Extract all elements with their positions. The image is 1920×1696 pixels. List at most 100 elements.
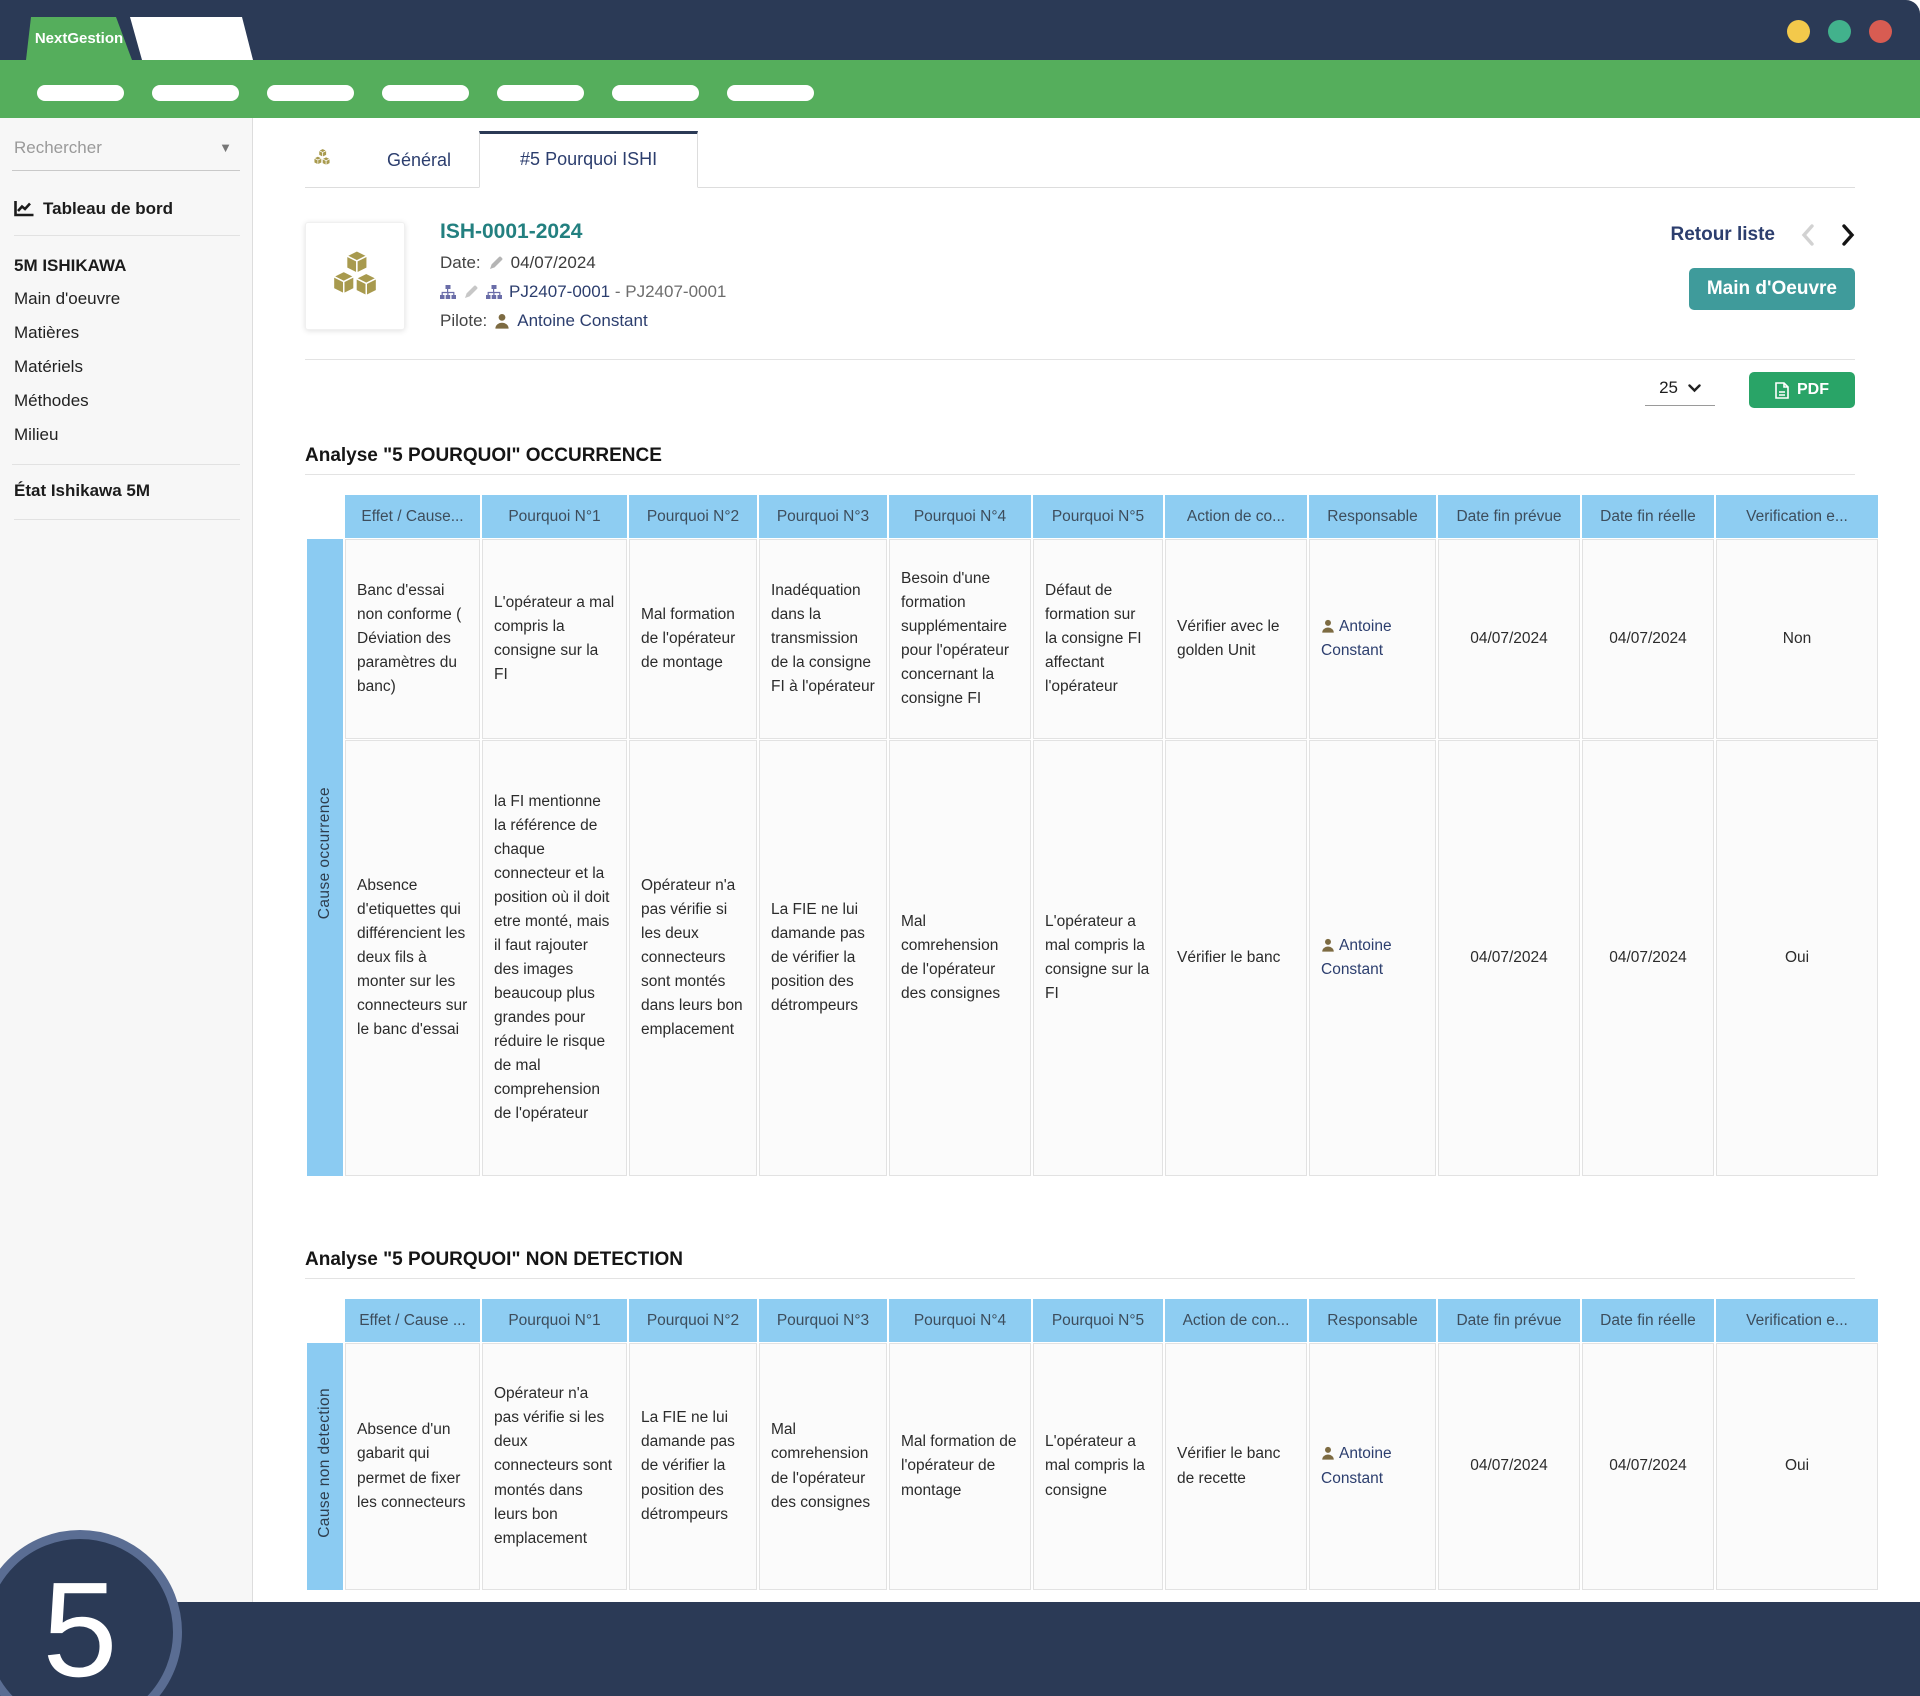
yellow-dot-icon[interactable] (1787, 20, 1810, 43)
cell-why5: L'opérateur a mal compris la consigne (1033, 1343, 1163, 1590)
cell-responsable: Antoine Constant (1309, 740, 1436, 1176)
cell-date-actual: 04/07/2024 (1582, 740, 1714, 1176)
pdf-export-button[interactable]: PDF (1749, 372, 1855, 408)
main-nav-bar (0, 60, 1920, 118)
nav-pill[interactable] (612, 85, 699, 101)
person-icon (1321, 619, 1335, 633)
main-content: Général #5 Pourquoi ISHI ISH-0001-2024 (253, 118, 1920, 1591)
sidebar-item-materiels[interactable]: Matériels (14, 350, 240, 384)
row-group-label: Cause non detection (307, 1343, 343, 1590)
chart-line-icon (14, 201, 34, 218)
col-header: Responsable (1309, 1299, 1436, 1342)
back-to-list-link[interactable]: Retour liste (1670, 224, 1775, 246)
green-dot-icon[interactable] (1828, 20, 1851, 43)
table-row: Cause occurrence Banc d'essai non confor… (307, 539, 1878, 739)
row-group-label: Cause occurrence (307, 539, 343, 1176)
pencil-icon[interactable] (463, 284, 479, 300)
cubes-icon (325, 246, 385, 306)
person-icon (494, 313, 510, 329)
nav-pill[interactable] (727, 85, 814, 101)
cell-why5: L'opérateur a mal compris la consigne su… (1033, 740, 1163, 1176)
main-doeuvre-button[interactable]: Main d'Oeuvre (1689, 268, 1855, 310)
sidebar-item-milieu[interactable]: Milieu (14, 418, 240, 452)
tab-5-pourquoi-ishi[interactable]: #5 Pourquoi ISHI (479, 131, 698, 188)
nav-pill[interactable] (382, 85, 469, 101)
col-header: Pourquoi N°4 (889, 1299, 1031, 1342)
cell-why4: Mal formation de l'opérateur de montage (889, 1343, 1031, 1590)
search-input[interactable]: Rechercher ▼ (12, 132, 240, 171)
nav-pill[interactable] (267, 85, 354, 101)
pencil-icon[interactable] (488, 255, 504, 271)
cell-why1: L'opérateur a mal compris la consigne su… (482, 539, 627, 739)
pdf-button-label: PDF (1797, 381, 1829, 399)
project-separator: - (610, 282, 625, 301)
cell-why2: Mal formation de l'opérateur de montage (629, 539, 757, 739)
col-header: Action de co... (1165, 495, 1307, 538)
cell-why3: La FIE ne lui damande pas de vérifier la… (759, 740, 887, 1176)
project-code-secondary: PJ2407-0001 (625, 282, 726, 301)
cell-why2: La FIE ne lui damande pas de vérifier la… (629, 1343, 757, 1590)
cell-effect: Absence d'etiquettes qui différencient l… (345, 740, 480, 1176)
record-thumbnail (305, 222, 405, 330)
cell-verification: Oui (1716, 740, 1878, 1176)
sidebar-item-methodes[interactable]: Méthodes (14, 384, 240, 418)
cell-action: Vérifier le banc (1165, 740, 1307, 1176)
pilot-name-link[interactable]: Antoine Constant (517, 311, 647, 331)
nav-pill[interactable] (152, 85, 239, 101)
cell-date-actual: 04/07/2024 (1582, 539, 1714, 739)
cubes-icon (311, 147, 333, 169)
red-dot-icon[interactable] (1869, 20, 1892, 43)
footer-bar (0, 1602, 1920, 1696)
five-why-table-occurrence: Effet / Cause... Pourquoi N°1 Pourquoi N… (305, 494, 1880, 1177)
table-header-row: Effet / Cause ... Pourquoi N°1 Pourquoi … (307, 1299, 1878, 1342)
tab-general[interactable]: Général (359, 134, 479, 187)
cell-responsable: Antoine Constant (1309, 1343, 1436, 1590)
col-header: Date fin prévue (1438, 1299, 1580, 1342)
table-header-row: Effet / Cause... Pourquoi N°1 Pourquoi N… (307, 495, 1878, 538)
table-row: Absence d'etiquettes qui différencient l… (307, 740, 1878, 1176)
caret-down-icon: ▼ (219, 140, 232, 155)
page-size-value: 25 (1659, 378, 1678, 398)
record-date: 04/07/2024 (511, 253, 596, 273)
cell-effect: Absence d'un gabarit qui permet de fixer… (345, 1343, 480, 1590)
cell-why5: Défaut de formation sur la consigne FI a… (1033, 539, 1163, 739)
record-header: ISH-0001-2024 Date: 04/07/2024 (305, 222, 1855, 331)
cell-verification: Oui (1716, 1343, 1878, 1590)
col-header: Pourquoi N°1 (482, 495, 627, 538)
nav-pill[interactable] (37, 85, 124, 101)
col-header: Effet / Cause... (345, 495, 480, 538)
cell-effect: Banc d'essai non conforme ( Déviation de… (345, 539, 480, 739)
sidebar-item-main-doeuvre[interactable]: Main d'oeuvre (14, 282, 240, 316)
cell-why3: Mal comrehension de l'opérateur des cons… (759, 1343, 887, 1590)
secondary-tab-placeholder[interactable] (130, 17, 253, 60)
col-header: Action de con... (1165, 1299, 1307, 1342)
project-link[interactable]: PJ2407-0001 (509, 282, 610, 301)
col-header: Verification e... (1716, 495, 1878, 538)
col-header: Pourquoi N°1 (482, 1299, 627, 1342)
window-controls (1787, 20, 1892, 43)
col-header: Pourquoi N°3 (759, 1299, 887, 1342)
cell-why4: Mal comrehension de l'opérateur des cons… (889, 740, 1031, 1176)
cell-responsable: Antoine Constant (1309, 539, 1436, 739)
chevron-left-icon[interactable] (1801, 224, 1815, 246)
table-row: Cause non detection Absence d'un gabarit… (307, 1343, 1878, 1590)
chevron-right-icon[interactable] (1841, 224, 1855, 246)
cell-why1: la FI mentionne la référence de chaque c… (482, 740, 627, 1176)
table-controls: 25 PDF (305, 372, 1855, 408)
col-header: Pourquoi N°4 (889, 495, 1031, 538)
sidebar-item-matieres[interactable]: Matières (14, 316, 240, 350)
col-header: Pourquoi N°3 (759, 495, 887, 538)
date-label: Date: (440, 253, 481, 273)
page-size-select[interactable]: 25 (1645, 374, 1715, 406)
sidebar-item-dashboard[interactable]: Tableau de bord (14, 199, 240, 236)
sitemap-icon (486, 285, 502, 300)
sidebar: Rechercher ▼ Tableau de bord 5M ISHIKAWA… (0, 118, 253, 1602)
person-icon (1321, 938, 1335, 952)
record-id: ISH-0001-2024 (440, 220, 726, 244)
sidebar-item-etat-ishikawa[interactable]: État Ishikawa 5M (14, 481, 240, 520)
divider (305, 474, 1855, 475)
nav-pill[interactable] (497, 85, 584, 101)
col-header: Pourquoi N°5 (1033, 1299, 1163, 1342)
brand-tab[interactable]: NextGestion (26, 17, 132, 60)
step-5-number: 5 (42, 1562, 117, 1696)
